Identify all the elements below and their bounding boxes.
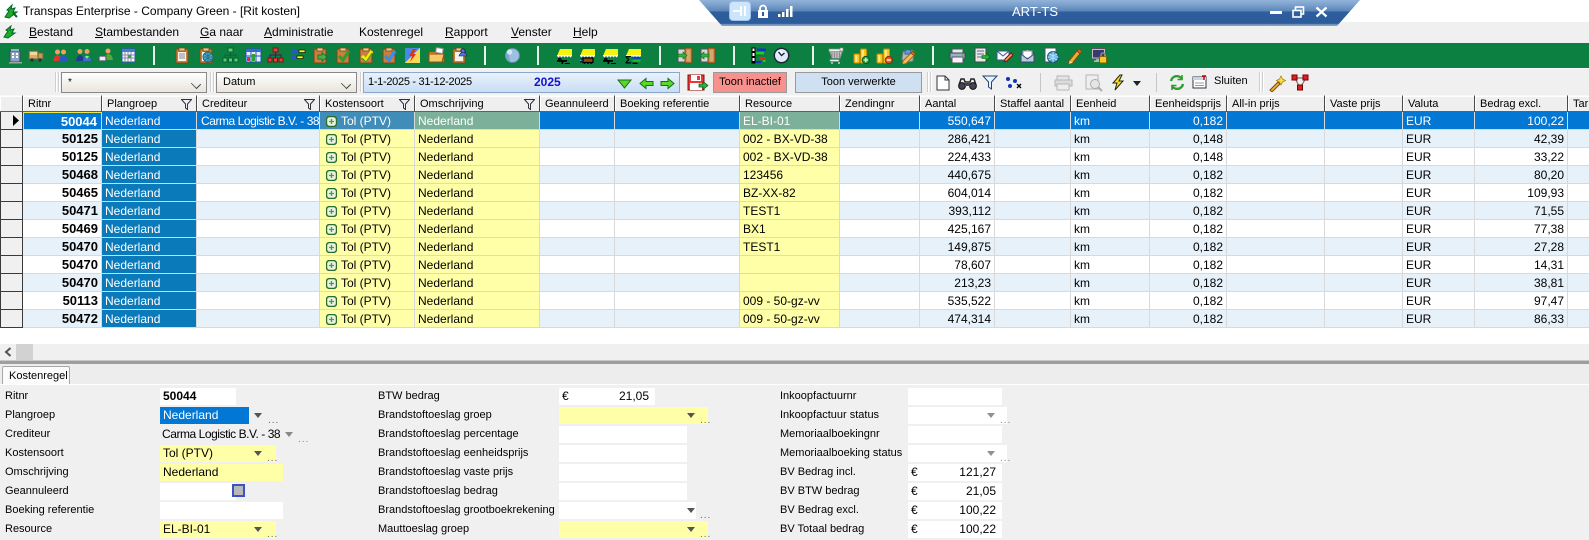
svg-text:Σ: Σ bbox=[625, 55, 632, 65]
